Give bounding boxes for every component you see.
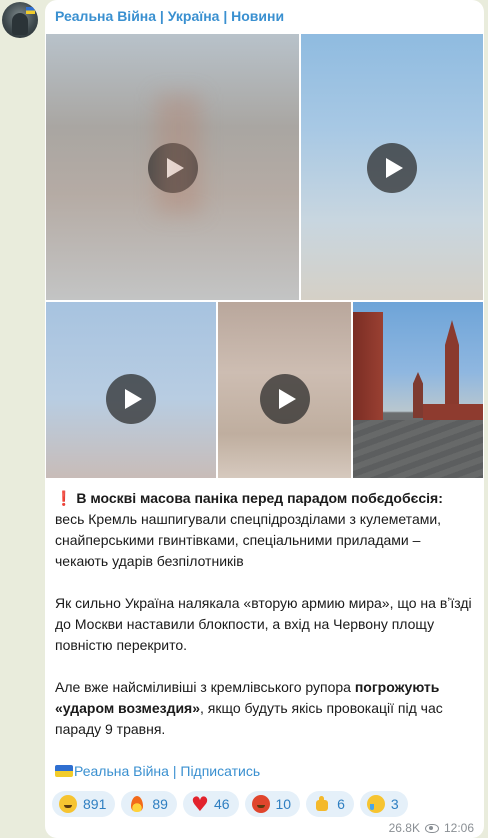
photo-tower — [413, 372, 423, 418]
message-paragraph-3: Але вже найсміливіші з кремлівського руп… — [55, 677, 475, 740]
avatar-figure-icon — [12, 13, 28, 35]
reaction-count: 3 — [390, 796, 399, 812]
grinning-face-icon — [59, 795, 77, 813]
channel-footer-link[interactable]: Реальна Війна — [74, 763, 169, 779]
video-thumbnail-1[interactable] — [46, 34, 299, 300]
reaction-count: 46 — [213, 796, 230, 812]
photo-road — [353, 420, 483, 478]
headline-bold: В москві масова паніка перед парадом поб… — [76, 490, 443, 506]
fire-icon — [128, 795, 146, 813]
reactions-bar: 891 89 46 10 6 3 — [52, 791, 408, 817]
angry-face-icon — [251, 795, 270, 813]
channel-avatar[interactable] — [2, 2, 38, 38]
reaction-count: 89 — [152, 796, 168, 812]
message-paragraph-1: ❗ В москві масова паніка перед парадом п… — [55, 488, 475, 572]
play-icon[interactable] — [148, 143, 198, 193]
exclamation-icon: ❗ — [55, 490, 73, 506]
ukraine-flag-icon — [55, 765, 73, 777]
reaction-grinning[interactable]: 891 — [52, 791, 116, 817]
play-icon[interactable] — [260, 374, 310, 424]
reaction-heart[interactable]: 46 — [182, 791, 239, 817]
crying-face-icon — [366, 795, 385, 813]
message-meta: 26.8K 12:06 — [389, 821, 474, 835]
video-thumbnail-3[interactable] — [46, 302, 216, 478]
subscribe-link[interactable]: Підписатись — [180, 763, 260, 779]
paragraph-text: весь Кремль нашпигували спецпідрозділами… — [55, 511, 442, 569]
ukraine-flag-icon — [26, 7, 35, 14]
video-thumbnail-4[interactable] — [218, 302, 351, 478]
view-count: 26.8K — [388, 821, 420, 835]
channel-name-link[interactable]: Реальна Війна | Україна | Новини — [55, 8, 284, 24]
message-bubble: Реальна Війна | Україна | Новини ❗ В мос… — [45, 0, 484, 838]
play-icon[interactable] — [106, 374, 156, 424]
message-time: 12:06 — [443, 821, 474, 835]
photo-building — [353, 312, 383, 432]
reaction-crying[interactable]: 3 — [359, 791, 408, 817]
reaction-count: 10 — [275, 796, 292, 812]
reaction-angry[interactable]: 10 — [244, 791, 301, 817]
reaction-fire[interactable]: 89 — [121, 791, 177, 817]
thumbs-up-icon — [313, 795, 331, 813]
reaction-count: 6 — [337, 796, 345, 812]
paragraph-text: Але вже найсміливіші з кремлівського руп… — [55, 679, 355, 695]
message-footer: Реальна Війна | Підписатись — [55, 761, 475, 782]
eye-icon — [424, 823, 439, 833]
video-thumbnail-2[interactable] — [301, 34, 483, 300]
reaction-count: 891 — [83, 796, 107, 812]
photo-kremlin[interactable] — [353, 302, 483, 478]
reaction-thumbs-up[interactable]: 6 — [306, 791, 354, 817]
message-paragraph-2: Як сильно Україна налякала «вторую армию… — [55, 595, 472, 653]
play-icon[interactable] — [367, 143, 417, 193]
red-heart-icon — [190, 792, 209, 816]
footer-separator: | — [168, 763, 181, 779]
